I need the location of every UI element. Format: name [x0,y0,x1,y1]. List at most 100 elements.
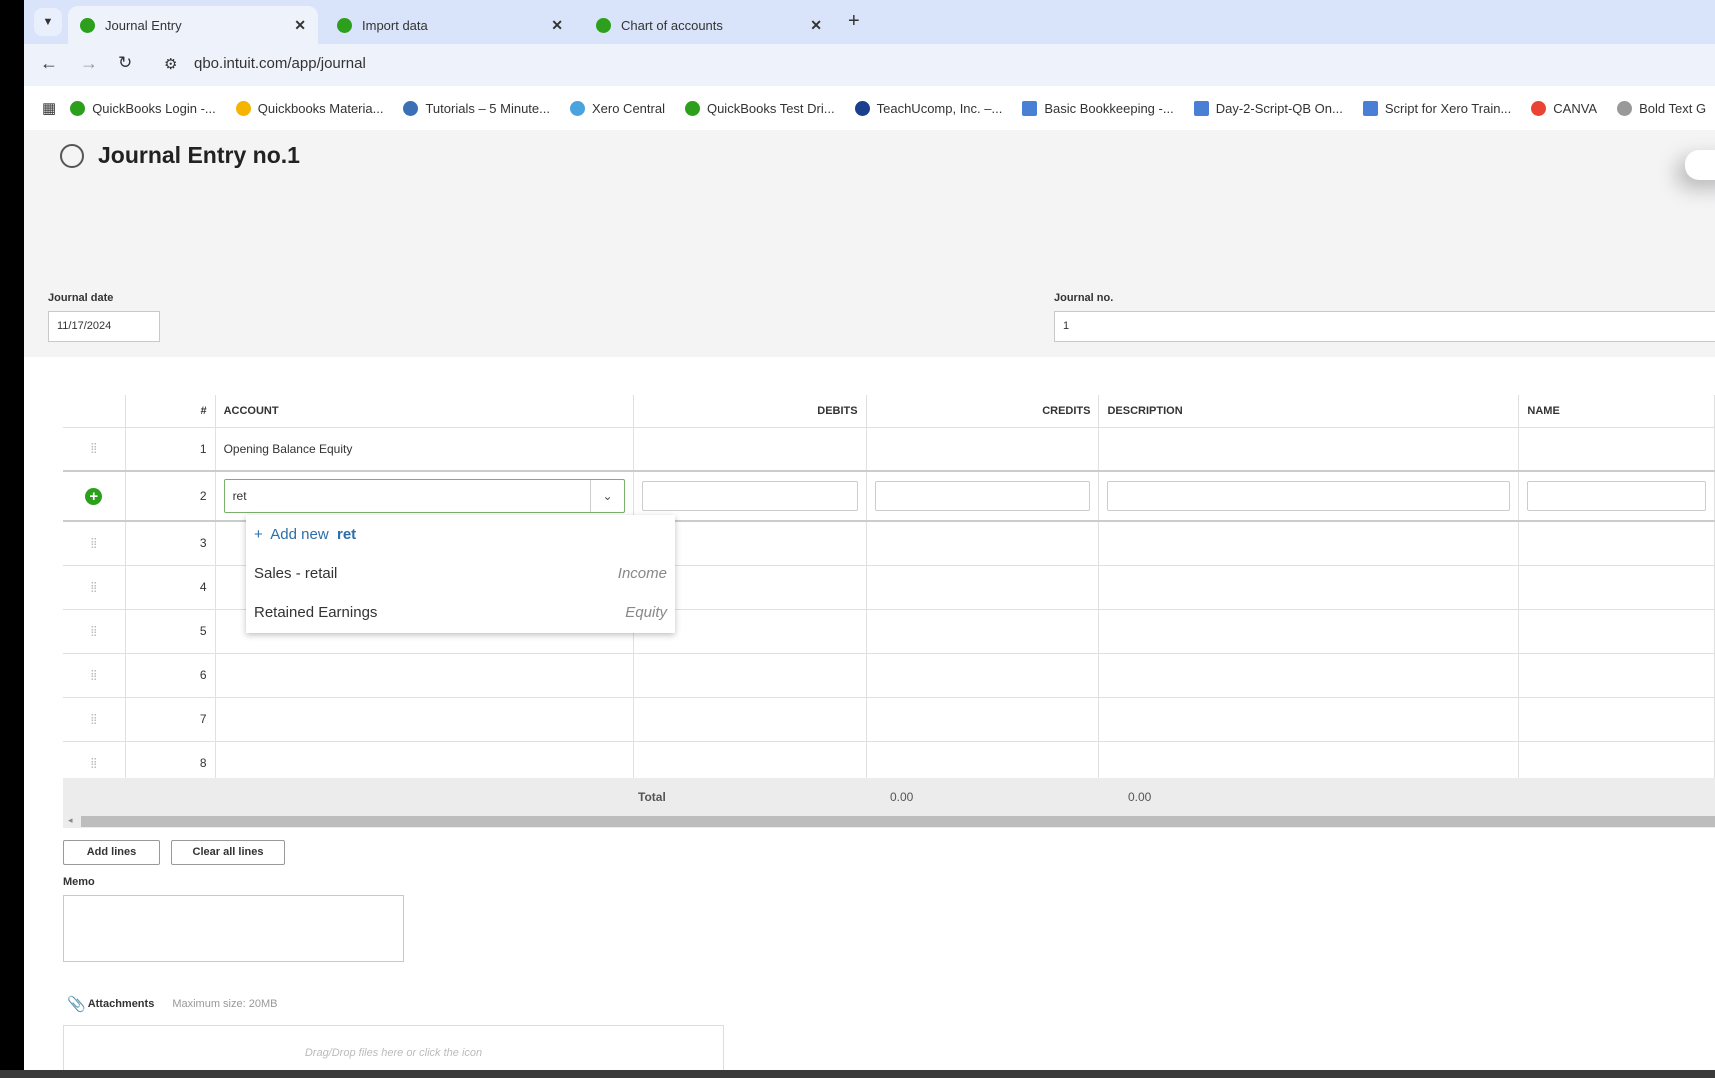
account-cell[interactable] [215,652,635,697]
account-cell[interactable] [215,696,635,741]
site-settings-icon[interactable]: ⚙ [164,55,177,73]
credits-cell[interactable] [866,608,1100,653]
url-field[interactable]: qbo.intuit.com/app/journal [194,55,366,72]
table-row[interactable]: ⣿ 7 [63,696,1715,741]
bookmark-item[interactable]: Bold Text G [1617,100,1706,116]
tab-import-data[interactable]: Import data ✕ [325,6,575,44]
name-cell[interactable] [1518,652,1715,697]
drag-handle-icon[interactable]: ⣿ [63,426,126,471]
account-cell[interactable]: ret ⌄ [215,470,635,522]
add-line-icon[interactable]: + [63,470,126,522]
account-input[interactable]: ret ⌄ [223,479,626,513]
description-cell[interactable] [1098,652,1520,697]
debits-cell[interactable] [633,652,867,697]
memo-textarea[interactable] [63,895,404,962]
account-cell[interactable]: Opening Balance Equity [215,426,635,471]
credits-cell[interactable] [866,696,1100,741]
bookmark-icon [854,100,870,116]
tab-search-button[interactable]: ▼ [34,8,62,36]
close-icon[interactable]: ✕ [294,17,306,34]
tab-journal-entry[interactable]: Journal Entry ✕ [68,6,318,44]
bookmark-item[interactable]: Script for Xero Train... [1362,100,1511,116]
tab-chart-of-accounts[interactable]: Chart of accounts ✕ [584,6,834,44]
new-tab-button[interactable]: + [848,10,860,33]
name-cell[interactable] [1518,608,1715,653]
taskbar [0,1070,1715,1078]
debits-cell[interactable] [633,696,867,741]
col-debits: DEBITS [633,395,867,427]
journal-no-input[interactable]: 1 [1054,311,1715,342]
drag-handle-icon[interactable]: ⣿ [63,520,126,565]
dropdown-option-retained-earnings[interactable]: Retained Earnings Equity [246,593,675,632]
scroll-left-icon[interactable]: ◂ [68,815,73,826]
credits-cell[interactable] [866,426,1100,471]
add-new-account-option[interactable]: + Add new ret [246,515,675,554]
name-cell[interactable] [1518,696,1715,741]
bookmark-item[interactable]: Xero Central [569,100,665,116]
bookmark-item[interactable]: TeachUcomp, Inc. –... [854,100,1002,116]
name-cell[interactable] [1518,520,1715,565]
description-cell[interactable] [1098,564,1520,609]
name-cell[interactable] [1518,426,1715,471]
chevron-down-icon[interactable]: ⌄ [590,480,624,512]
line-number: 3 [125,520,216,565]
bookmark-label: Basic Bookkeeping -... [1044,100,1174,116]
description-cell[interactable] [1098,520,1520,565]
credits-cell[interactable] [866,470,1100,522]
drag-handle-icon[interactable]: ⣿ [63,652,126,697]
tab-bar: ▼ Journal Entry ✕ Import data ✕ Chart of a… [24,0,1715,44]
drag-handle-icon[interactable]: ⣿ [63,608,126,653]
name-input[interactable] [1527,481,1706,511]
drag-handle-icon[interactable]: ⣿ [63,696,126,741]
close-icon[interactable]: ✕ [810,17,822,34]
option-label: Retained Earnings [254,604,378,621]
add-lines-button[interactable]: Add lines [63,840,160,865]
description-input[interactable] [1107,481,1511,511]
debits-input[interactable] [642,481,858,511]
credits-cell[interactable] [866,520,1100,565]
debits-cell[interactable] [633,426,867,471]
side-panel-toggle[interactable] [1685,150,1715,180]
bookmark-item[interactable]: Day-2-Script-QB On... [1193,100,1343,116]
bookmark-icon [684,100,700,116]
drag-handle-icon[interactable]: ⣿ [63,564,126,609]
bookmark-item[interactable]: Basic Bookkeeping -... [1022,100,1174,116]
clear-all-lines-button[interactable]: Clear all lines [171,840,285,865]
credits-input[interactable] [874,481,1091,511]
bookmark-icon [403,100,419,116]
table-row[interactable]: + 2 ret ⌄ [63,470,1715,522]
bookmark-item[interactable]: Tutorials – 5 Minute... [403,100,550,116]
description-cell[interactable] [1098,696,1520,741]
line-number: 2 [125,470,216,522]
journal-date-input[interactable]: 11/17/2024 [48,311,160,342]
dropdown-option-sales-retail[interactable]: Sales - retail Income [246,554,675,593]
table-row[interactable]: ⣿ 1 Opening Balance Equity [63,426,1715,471]
col-name: NAME [1518,395,1715,427]
history-icon[interactable] [60,143,84,168]
attachments-dropzone[interactable]: Drag/Drop files here or click the icon [63,1025,724,1070]
bookmark-item[interactable]: Quickbooks Materia... [235,100,383,116]
bookmark-icon [235,100,251,116]
bookmark-item[interactable]: QuickBooks Test Dri... [684,100,835,116]
close-icon[interactable]: ✕ [551,17,563,34]
back-icon[interactable]: ← [40,53,58,74]
description-cell[interactable] [1098,470,1520,522]
bookmark-item[interactable]: CANVA [1531,100,1597,116]
name-cell[interactable] [1518,564,1715,609]
debits-cell[interactable] [633,470,867,522]
reload-icon[interactable]: ↻ [118,53,132,73]
description-cell[interactable] [1098,426,1520,471]
credits-cell[interactable] [866,564,1100,609]
bookmark-item[interactable]: QuickBooks Login -... [70,100,216,116]
scrollbar-thumb[interactable] [81,816,1715,827]
horizontal-scrollbar[interactable]: ◂ [63,815,1715,828]
forward-icon[interactable]: → [80,53,98,74]
attachments-max-size: Maximum size: 20MB [172,998,278,1010]
plus-icon: + [254,526,263,543]
description-cell[interactable] [1098,608,1520,653]
name-cell[interactable] [1518,470,1715,522]
paperclip-icon[interactable]: 📎 [67,995,86,1013]
table-row[interactable]: ⣿ 6 [63,652,1715,697]
apps-icon[interactable]: ▦ [42,99,56,117]
credits-cell[interactable] [866,652,1100,697]
